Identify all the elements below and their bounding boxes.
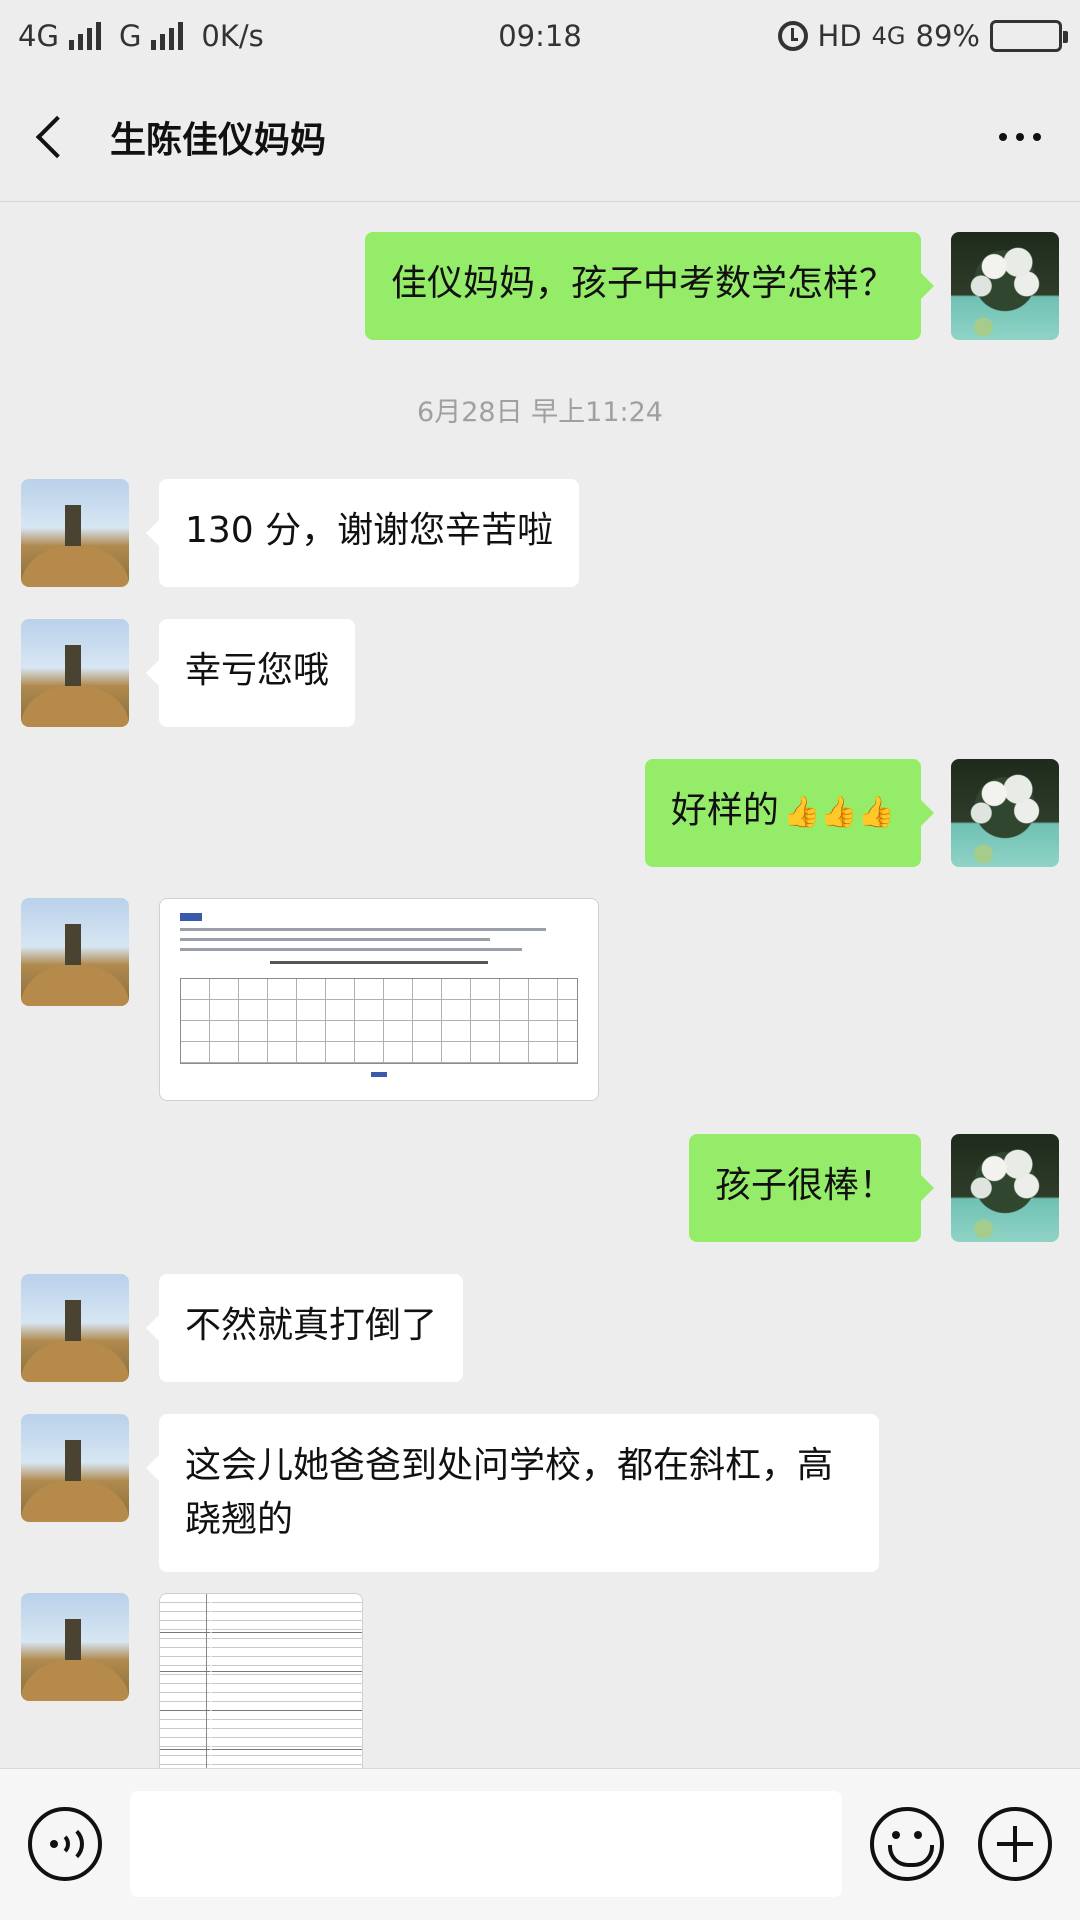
contact-avatar[interactable] [21, 1414, 129, 1522]
network-label-3: 4G [871, 22, 906, 50]
my-avatar[interactable] [951, 759, 1059, 867]
message-bubble[interactable]: 幸亏您哦 [145, 619, 356, 727]
input-bar [0, 1768, 1080, 1920]
hd-label: HD [817, 19, 862, 53]
contact-avatar[interactable] [21, 898, 129, 1006]
doc-line [180, 938, 491, 941]
contact-avatar[interactable] [21, 479, 129, 587]
contact-avatar[interactable] [21, 1593, 129, 1701]
message-outgoing: 好样的 👍👍👍 [644, 759, 1059, 867]
back-button[interactable] [0, 72, 100, 202]
doc-line [180, 948, 523, 951]
score-report-image[interactable] [159, 898, 599, 1101]
signal-icon [68, 22, 101, 50]
message-bubble[interactable]: 佳仪妈妈，孩子中考数学怎样？ [364, 232, 935, 340]
message-incoming: 这会儿她爸爸到处问学校，都在斜杠，高跷翘的 [21, 1414, 879, 1572]
message-bubble[interactable]: 不然就真打倒了 [145, 1274, 464, 1382]
alarm-icon [777, 21, 808, 51]
message-bubble[interactable]: 好样的 👍👍👍 [644, 759, 935, 867]
message-incoming-image [21, 898, 599, 1101]
message-bubble[interactable]: 130 分，谢谢您辛苦啦 [145, 479, 580, 587]
network-label-2: G [118, 19, 142, 53]
voice-input-button[interactable] [28, 1807, 102, 1881]
thumbs-up-emoji: 👍👍👍 [782, 795, 895, 830]
my-avatar[interactable] [951, 232, 1059, 340]
message-incoming: 130 分，谢谢您辛苦啦 [21, 479, 580, 587]
score-table-graphic [180, 978, 578, 1064]
contact-avatar[interactable] [21, 1274, 129, 1382]
signal-icon-2 [151, 22, 184, 50]
message-outgoing: 佳仪妈妈，孩子中考数学怎样？ [364, 232, 1059, 340]
message-incoming-image [21, 1593, 363, 1768]
message-bubble[interactable]: 这会儿她爸爸到处问学校，都在斜杠，高跷翘的 [146, 1414, 879, 1572]
status-bar: 4G G 0K/s 09:18 HD 4G 89% [0, 0, 1080, 72]
contact-avatar[interactable] [21, 619, 129, 727]
more-dot [1016, 133, 1024, 141]
message-timestamp: 6月28日 早上11:24 [417, 397, 663, 428]
doc-line [180, 928, 547, 931]
message-bubble[interactable]: 孩子很棒！ [688, 1134, 935, 1242]
doc-heading-mark [180, 913, 202, 921]
message-input[interactable] [130, 1791, 842, 1897]
message-text: 好样的 [670, 790, 779, 831]
more-options-button[interactable] [990, 112, 1050, 162]
voice-icon [48, 1824, 84, 1864]
chat-header: 生陈佳仪妈妈 [0, 72, 1080, 202]
emoji-button[interactable] [870, 1807, 944, 1881]
more-dot [1033, 133, 1041, 141]
chat-title: 生陈佳仪妈妈 [110, 119, 327, 161]
network-label-1: 4G [18, 19, 59, 53]
more-actions-button[interactable] [978, 1807, 1052, 1881]
network-speed: 0K/s [201, 19, 264, 53]
battery-percent: 89% [915, 19, 980, 53]
status-left: 4G G 0K/s [18, 19, 264, 53]
message-outgoing: 孩子很棒！ [688, 1134, 1059, 1242]
status-right: HD 4G 89% [777, 19, 1068, 53]
school-list-image[interactable] [159, 1593, 363, 1768]
more-dot [999, 133, 1007, 141]
message-incoming: 不然就真打倒了 [21, 1274, 464, 1382]
doc-link-mark [371, 1072, 387, 1077]
battery-icon [990, 20, 1068, 52]
chevron-left-icon [35, 115, 79, 158]
doc-title-line [269, 961, 489, 964]
message-incoming: 幸亏您哦 [21, 619, 356, 727]
my-avatar[interactable] [951, 1134, 1059, 1242]
